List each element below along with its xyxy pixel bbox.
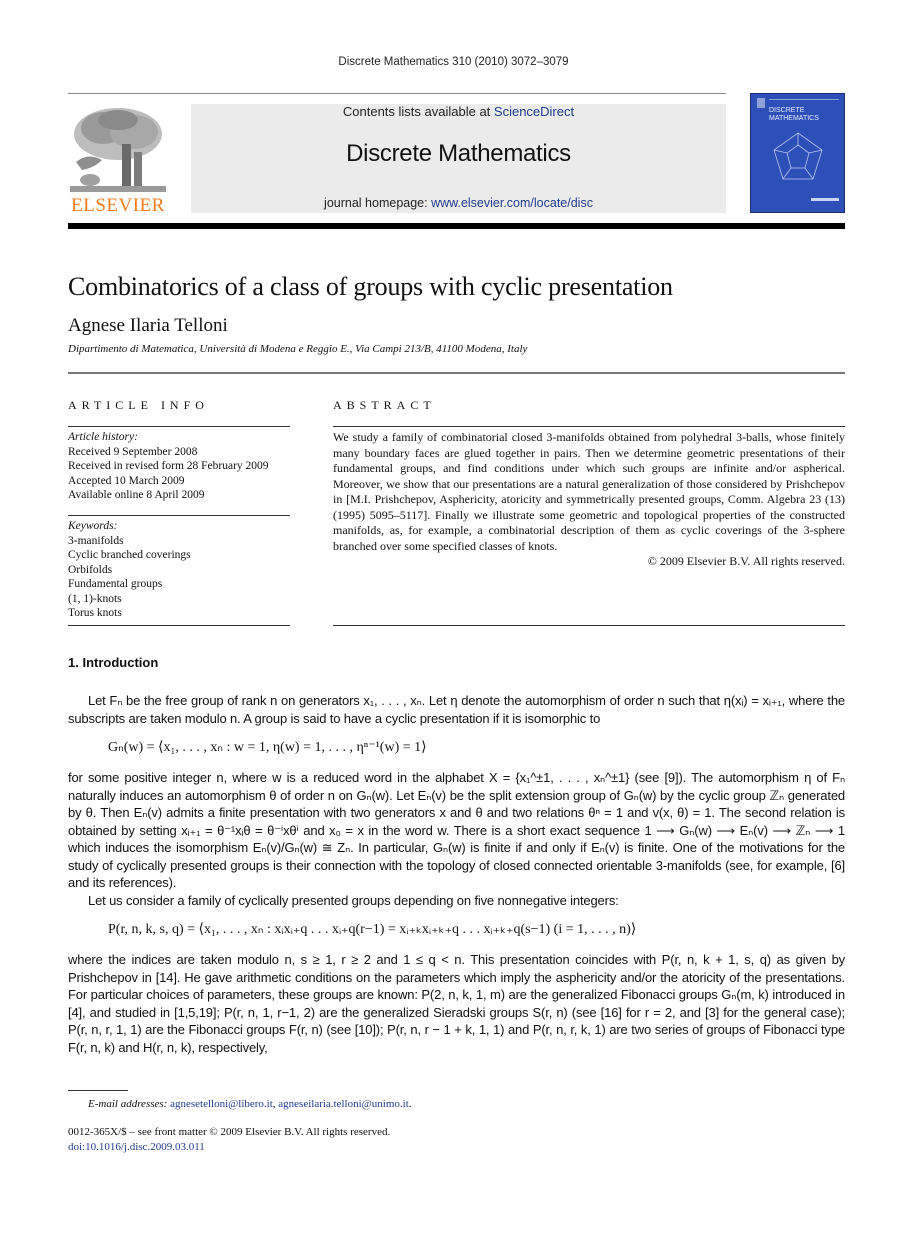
author-affiliation: Dipartimento di Matematica, Università d…	[68, 343, 528, 355]
cover-title-line1: DISCRETE	[769, 107, 805, 114]
header-top-rule	[68, 93, 726, 94]
elsevier-logo-text: ELSEVIER	[71, 195, 165, 216]
article-info-rule	[68, 426, 290, 427]
petersen-graph-icon	[773, 132, 823, 180]
article-info-bottom-rule	[68, 625, 290, 626]
cover-header-rule	[769, 99, 839, 100]
abstract-rule	[333, 426, 845, 427]
equation-cyclic-presentation: Gₙ(w) = ⟨x₁, . . . , xₙ : w = 1, η(w) = …	[108, 740, 427, 755]
email-label: E-mail addresses:	[88, 1098, 168, 1110]
keyword: Orbifolds	[68, 563, 113, 576]
homepage-link[interactable]: www.elsevier.com/locate/disc	[431, 196, 593, 210]
issn-line: 0012-365X/$ – see front matter © 2009 El…	[68, 1126, 391, 1138]
intro-paragraph-4: where the indices are taken modulo n, s …	[68, 952, 845, 1055]
tree-icon	[68, 104, 168, 196]
email-end: .	[408, 1098, 412, 1110]
sciencedirect-link[interactable]: ScienceDirect	[494, 104, 574, 119]
journal-reference: Discrete Mathematics 310 (2010) 3072–307…	[338, 56, 569, 68]
abstract-body: We study a family of combinatorial close…	[333, 430, 845, 570]
keywords-label: Keywords:	[68, 520, 118, 532]
email-footnote: E-mail addresses: agnesetelloni@libero.i…	[88, 1098, 412, 1110]
article-info-heading: ARTICLE INFO	[68, 398, 209, 412]
keyword: 3-manifolds	[68, 534, 124, 547]
title-divider	[68, 372, 845, 374]
equation-p-groups: P(r, n, k, s, q) = ⟨x₁, . . . , xₙ : xᵢx…	[108, 922, 637, 937]
keyword: Torus knots	[68, 607, 122, 619]
keywords-list: Keywords: 3-manifolds Cyclic branched co…	[68, 519, 298, 621]
journal-homepage: journal homepage: www.elsevier.com/locat…	[191, 196, 726, 210]
email-link-1[interactable]: agnesetelloni@libero.it	[170, 1098, 273, 1110]
history-item: Accepted 10 March 2009	[68, 474, 185, 487]
cover-title-line2: MATHEMATICS	[769, 115, 819, 122]
cover-logo-icon	[757, 98, 765, 108]
keyword: Fundamental groups	[68, 578, 163, 590]
cover-title: DISCRETE MATHEMATICS	[769, 107, 819, 123]
contents-prefix: Contents lists available at	[342, 104, 494, 119]
email-link-2[interactable]: agneseilaria.telloni@unimo.it	[278, 1098, 409, 1110]
doi-link[interactable]: doi:10.1016/j.disc.2009.03.011	[68, 1141, 205, 1153]
history-item: Received in revised form 28 February 200…	[68, 460, 269, 472]
history-item: Received 9 September 2008	[68, 445, 198, 458]
keyword: Cyclic branched coverings	[68, 549, 191, 561]
article-history: Article history: Received 9 September 20…	[68, 430, 298, 503]
homepage-prefix: journal homepage:	[324, 196, 432, 210]
author-name: Agnese Ilaria Telloni	[68, 315, 228, 336]
abstract-bottom-rule	[333, 625, 845, 626]
keywords-rule	[68, 515, 290, 516]
keyword: (1, 1)-knots	[68, 592, 122, 605]
history-item: Available online 8 April 2009	[68, 489, 205, 501]
footnote-rule	[68, 1090, 128, 1091]
intro-paragraph-2: for some positive integer n, where w is …	[68, 770, 845, 890]
intro-paragraph-3: Let us consider a family of cyclically p…	[88, 893, 619, 908]
intro-paragraph-1: Let Fₙ be the free group of rank n on ge…	[68, 693, 845, 726]
contents-line: Contents lists available at ScienceDirec…	[191, 104, 726, 119]
abstract-heading: ABSTRACT	[333, 398, 436, 412]
article-title: Combinatorics of a class of groups with …	[68, 272, 673, 301]
abstract-copyright: © 2009 Elsevier B.V. All rights reserved…	[647, 554, 845, 568]
cover-sciencedirect-mark	[811, 198, 839, 201]
section-heading-introduction: 1. Introduction	[68, 655, 159, 670]
journal-title: Discrete Mathematics	[346, 140, 571, 167]
abstract-text: We study a family of combinatorial close…	[333, 430, 845, 553]
history-label: Article history:	[68, 431, 138, 443]
journal-cover: DISCRETE MATHEMATICS	[750, 93, 845, 213]
header-thick-rule	[68, 223, 845, 229]
